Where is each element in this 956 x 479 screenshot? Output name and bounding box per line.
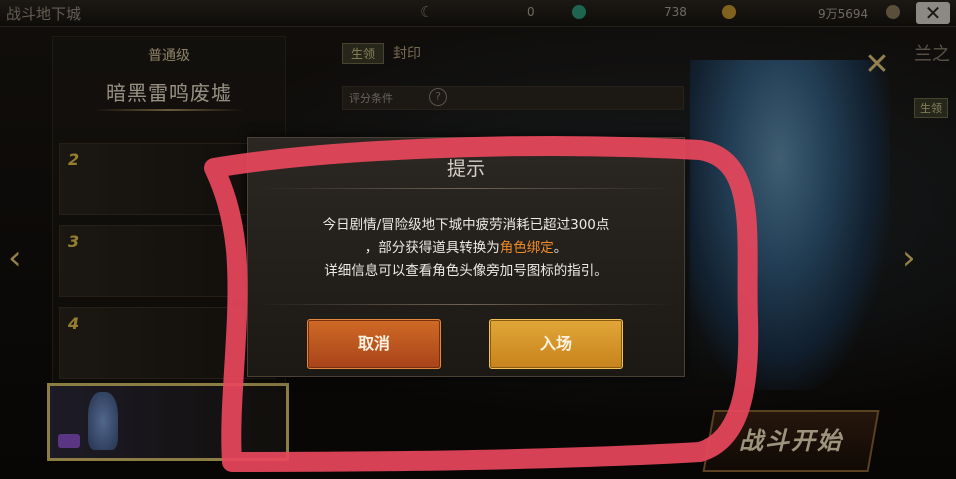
highlight-text: 角色绑定 bbox=[499, 240, 554, 256]
notice-dialog: 提示 今日剧情/冒险级地下城中疲劳消耗已超过300点 ，部分获得道具转换为角色绑… bbox=[247, 137, 685, 377]
dialog-message-line: 今日剧情/冒险级地下城中疲劳消耗已超过300点 bbox=[322, 217, 610, 233]
cancel-button[interactable]: 取消 bbox=[307, 319, 441, 369]
dialog-title: 提示 bbox=[446, 158, 485, 180]
message-text: ，部分获得道具转换为 bbox=[364, 240, 500, 256]
dialog-divider-top bbox=[258, 188, 674, 189]
message-text: 。 bbox=[553, 240, 568, 256]
dialog-message-line: 详细信息可以查看角色头像旁加号图标的指引。 bbox=[324, 263, 608, 279]
enter-button[interactable]: 入场 bbox=[489, 319, 623, 369]
dialog-message-line: ，部分获得道具转换为角色绑定。 bbox=[248, 237, 684, 260]
dialog-divider-bottom bbox=[258, 304, 674, 305]
dialog-message: 今日剧情/冒险级地下城中疲劳消耗已超过300点 ，部分获得道具转换为角色绑定。 … bbox=[248, 214, 684, 283]
